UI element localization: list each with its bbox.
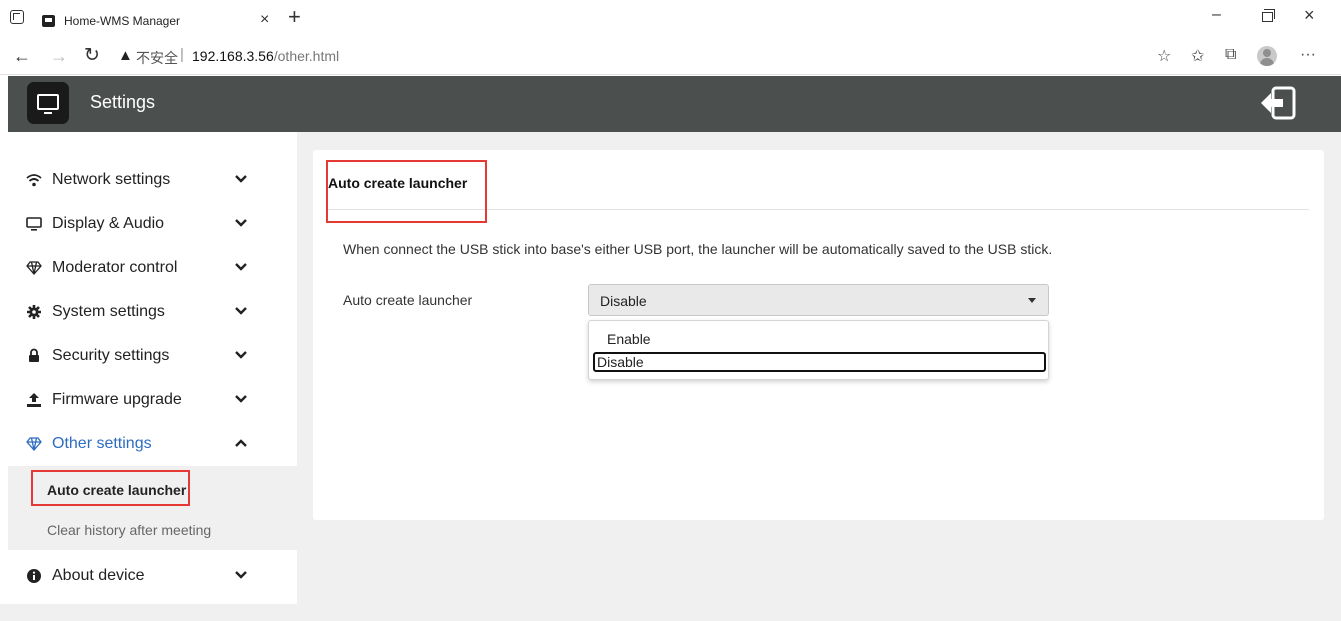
refresh-icon[interactable]: ↻ (84, 44, 100, 67)
favorites-icon[interactable]: ✩ (1191, 46, 1204, 66)
highlight-box-submenu-item (31, 470, 190, 506)
chevron-down-icon (235, 571, 247, 579)
monitor-icon (26, 217, 42, 231)
sidebar-item-about-device[interactable]: About device (8, 554, 297, 598)
chevron-down-icon (235, 219, 247, 227)
lock-icon (29, 348, 39, 362)
diamond-icon (26, 437, 42, 451)
favorites-add-icon[interactable]: ☆ (1157, 46, 1171, 66)
sidebar-item-security-settings[interactable]: Security settings (8, 334, 297, 378)
tab-close-icon[interactable]: × (260, 11, 269, 29)
site-favicon-icon (42, 15, 55, 27)
sidebar-item-firmware-upgrade[interactable]: Firmware upgrade (8, 378, 297, 422)
sidebar-item-label: Other settings (52, 435, 152, 452)
app-logo-icon (27, 82, 69, 124)
card-description: When connect the USB stick into base's e… (343, 241, 1053, 257)
caret-down-icon (1028, 298, 1036, 303)
sidebar-item-label: Firmware upgrade (52, 391, 182, 408)
insecure-label[interactable]: 不安全 (136, 48, 178, 68)
profile-icon[interactable] (1257, 46, 1277, 66)
tab-actions-icon[interactable] (10, 10, 24, 24)
more-icon[interactable]: ··· (1300, 46, 1316, 64)
sidebar-item-label: About device (52, 567, 145, 584)
sidebar-item-moderator-control[interactable]: Moderator control (8, 246, 297, 290)
gear-icon (27, 305, 41, 319)
option-label: Disable (597, 354, 644, 370)
sidebar-item-label: Moderator control (52, 259, 178, 276)
option-disable[interactable]: Disable (593, 352, 1046, 372)
url-path: /other.html (273, 48, 340, 64)
window-close-button[interactable]: × (1304, 5, 1315, 26)
url-host: 192.168.3.56 (192, 48, 274, 64)
forward-arrow-icon[interactable]: → (50, 46, 68, 67)
chevron-down-icon (235, 307, 247, 315)
upload-icon (27, 393, 41, 407)
sidebar-footer-strip (0, 604, 297, 621)
diamond-icon (26, 261, 42, 275)
sidebar-item-network-settings[interactable]: Network settings (8, 158, 297, 202)
chevron-up-icon (235, 439, 247, 447)
chevron-down-icon (235, 351, 247, 359)
sidebar: Network settings Display & Audio Moderat… (8, 132, 297, 621)
app-header: Settings (8, 76, 1341, 132)
info-icon (27, 569, 41, 583)
page-title: Settings (90, 92, 156, 112)
browser-tab[interactable]: Home-WMS Manager × (34, 4, 280, 38)
select-value: Disable (600, 293, 647, 309)
highlight-box-card-title (326, 160, 487, 223)
window-minimize-button[interactable]: – (1212, 6, 1221, 24)
sidebar-item-display-audio[interactable]: Display & Audio (8, 202, 297, 246)
address-bar-row: ← → ↻ ▲ 不安全 | 192.168.3.56/other.html ☆ … (0, 38, 1341, 75)
wifi-icon (26, 174, 42, 187)
sidebar-item-label: System settings (52, 303, 165, 320)
window-restore-button[interactable] (1262, 9, 1275, 22)
sidebar-item-label: Network settings (52, 171, 171, 188)
chevron-down-icon (235, 395, 247, 403)
tab-title: Home-WMS Manager (64, 14, 181, 28)
url-field[interactable]: 192.168.3.56/other.html (192, 48, 339, 64)
auto-create-launcher-label: Auto create launcher (343, 292, 473, 308)
chevron-down-icon (235, 263, 247, 271)
collections-icon[interactable]: ⧉ (1225, 46, 1236, 64)
sidebar-item-label: Display & Audio (52, 215, 165, 232)
browser-tab-bar: Home-WMS Manager × + – × (0, 0, 1341, 38)
select-dropdown: Enable Disable (588, 320, 1049, 380)
back-arrow-icon[interactable]: ← (13, 46, 31, 67)
logout-icon[interactable] (1259, 85, 1297, 121)
sidebar-item-other-settings[interactable]: Other settings (8, 422, 297, 466)
new-tab-button[interactable]: + (288, 5, 301, 29)
warning-icon[interactable]: ▲ (118, 47, 133, 64)
sidebar-item-system-settings[interactable]: System settings (8, 290, 297, 334)
submenu-item-clear-history[interactable]: Clear history after meeting (47, 522, 211, 538)
url-separator: | (180, 46, 184, 63)
option-label: Enable (607, 331, 651, 347)
chevron-down-icon (235, 175, 247, 183)
option-enable[interactable]: Enable (593, 329, 1046, 349)
sidebar-item-label: Security settings (52, 347, 170, 364)
auto-create-launcher-select[interactable]: Disable (588, 284, 1049, 316)
